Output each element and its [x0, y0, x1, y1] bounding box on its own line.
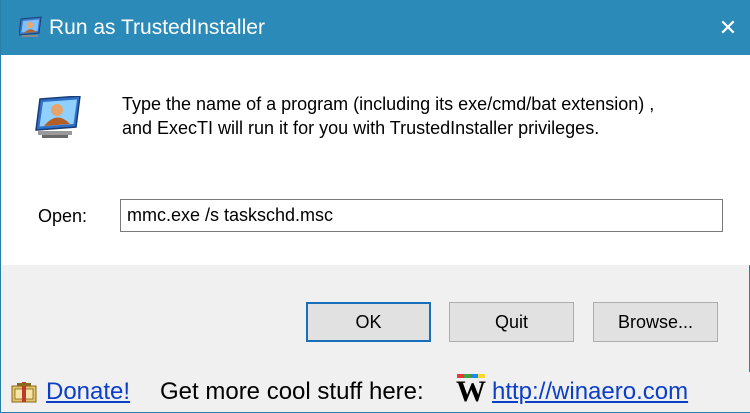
description-line-1: Type the name of a program (including it…: [122, 94, 655, 114]
ok-button[interactable]: OK: [306, 302, 431, 342]
open-label: Open:: [38, 206, 88, 226]
close-button[interactable]: ✕: [705, 0, 750, 55]
window-title: Run as TrustedInstaller: [49, 16, 265, 39]
footer-bar: Donate! Get more cool stuff here: W http…: [2, 372, 750, 412]
donate-gift-icon: [11, 382, 37, 403]
title-bar[interactable]: Run as TrustedInstaller ✕: [1, 0, 750, 55]
winaero-w-logo: W: [456, 374, 486, 408]
description-line-2: and ExecTI will run it for you with Trus…: [122, 118, 600, 138]
user-monitor-icon: [35, 96, 81, 138]
trustedinstaller-app-icon: [19, 16, 42, 37]
winaero-link[interactable]: http://winaero.com: [492, 378, 688, 406]
browse-button[interactable]: Browse...: [593, 302, 718, 342]
logo-color-bars: [457, 374, 485, 378]
donate-link[interactable]: Donate!: [46, 378, 130, 406]
quit-button[interactable]: Quit: [449, 302, 574, 342]
open-field[interactable]: [120, 199, 723, 232]
dialog-body: Type the name of a program (including it…: [2, 55, 750, 265]
dialog-window: Run as TrustedInstaller ✕ Type the name …: [0, 0, 750, 413]
dialog-description: Type the name of a program (including it…: [122, 92, 722, 140]
promo-text: Get more cool stuff here:: [160, 378, 424, 405]
logo-letter: W: [456, 375, 486, 408]
